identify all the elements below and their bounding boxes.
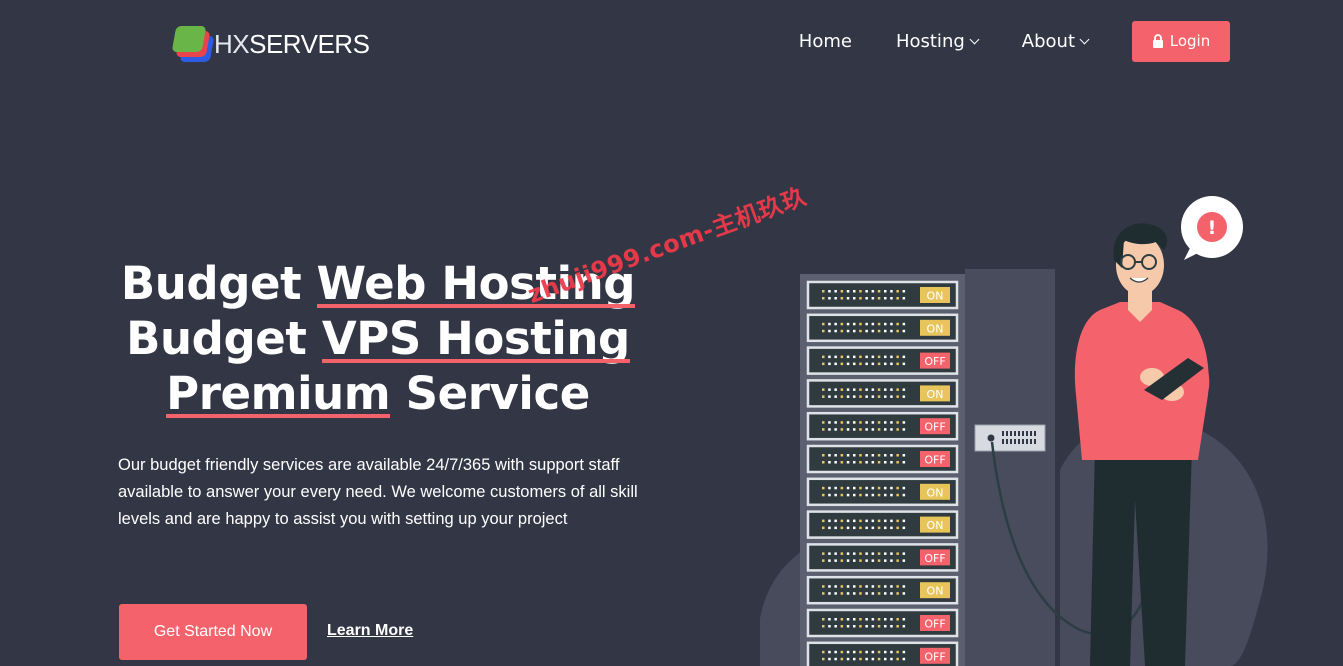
status-label: OFF xyxy=(924,454,945,467)
login-button[interactable]: Login xyxy=(1132,20,1230,62)
server-rack-illustration: ON ON OFF ON OFF OFF ON ON OFF ON OFF OFF ! xyxy=(760,196,1268,666)
logo-wordmark: HXSERVERS xyxy=(214,28,370,59)
hxservers-logo-icon xyxy=(170,24,216,64)
status-label: ON xyxy=(927,388,944,401)
brand-logo[interactable]: HXSERVERS xyxy=(170,24,370,64)
headline-emphasis: VPS Hosting xyxy=(321,312,630,365)
rack-unit: OFF xyxy=(806,543,959,572)
nav-about-label: About xyxy=(1021,30,1075,52)
chevron-down-icon xyxy=(1079,34,1090,44)
alert-icon: ! xyxy=(1208,217,1217,239)
headline-line-3: Premium Service xyxy=(166,367,590,420)
rack-unit: OFF xyxy=(806,641,959,666)
status-label: ON xyxy=(927,290,944,303)
hero-description: Our budget friendly services are availab… xyxy=(118,456,638,528)
nav-item-home[interactable]: Home xyxy=(799,20,852,62)
chevron-down-icon xyxy=(969,34,980,44)
headline-emphasis: Premium xyxy=(166,367,391,420)
rack-unit: OFF xyxy=(806,444,959,474)
page: HXSERVERS Home Hosting About Login Budge… xyxy=(0,0,1343,666)
status-label: OFF xyxy=(924,552,945,565)
rack-unit: ON xyxy=(806,280,959,310)
status-label: OFF xyxy=(924,355,945,368)
nav-item-about[interactable]: About xyxy=(1021,20,1090,62)
rack-unit: ON xyxy=(806,575,959,605)
login-label: Login xyxy=(1169,32,1211,50)
learn-more-link[interactable]: Learn More xyxy=(327,622,413,640)
nav-item-hosting[interactable]: Hosting xyxy=(895,20,980,62)
rack-unit: OFF xyxy=(806,346,959,375)
status-label: OFF xyxy=(924,421,945,434)
get-started-button[interactable]: Get Started Now xyxy=(119,604,307,660)
main-nav: Home Hosting About Login xyxy=(799,20,1230,62)
status-label: ON xyxy=(927,585,944,598)
rack-unit: ON xyxy=(806,379,959,408)
status-label: OFF xyxy=(924,618,945,631)
rack-unit: OFF xyxy=(806,411,959,441)
lock-icon xyxy=(1152,34,1163,48)
nav-home-label: Home xyxy=(798,30,852,52)
status-label: ON xyxy=(927,486,944,499)
nav-hosting-label: Hosting xyxy=(895,30,965,52)
status-label: ON xyxy=(927,322,944,335)
rack-unit: ON xyxy=(806,510,959,539)
rack-unit: ON xyxy=(806,477,959,507)
status-label: ON xyxy=(927,519,944,532)
status-label: OFF xyxy=(924,650,945,663)
rack-unit: ON xyxy=(806,313,959,343)
rack-unit: OFF xyxy=(806,608,959,638)
headline-line-2: Budget VPS Hosting xyxy=(126,312,630,365)
